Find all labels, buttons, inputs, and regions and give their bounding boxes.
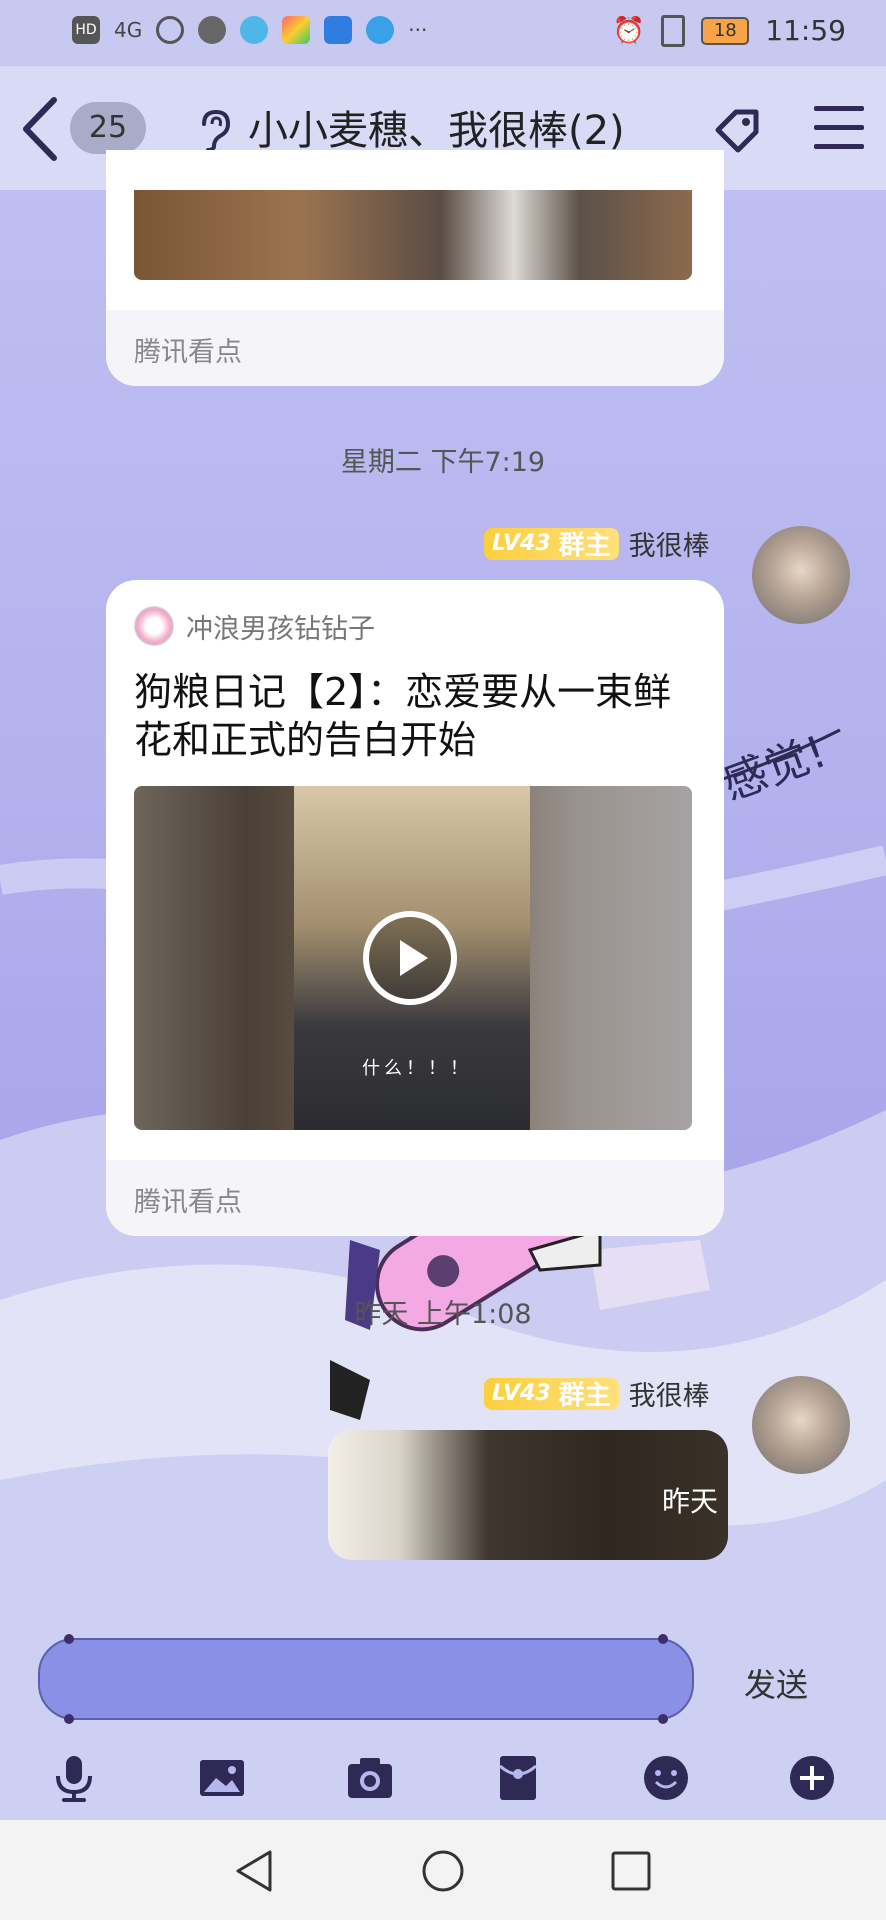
card-author: 冲浪男孩钻钻子 bbox=[186, 613, 375, 645]
card-footer: 腾讯看点 bbox=[106, 1160, 724, 1236]
status-bar: HD 4G ··· ⏰ 18 11:59 bbox=[0, 0, 886, 66]
hd-icon: HD bbox=[72, 16, 100, 44]
sender-info: LV43 群主 我很棒 bbox=[484, 1374, 710, 1413]
level-badge: LV43 群主 bbox=[484, 1377, 619, 1411]
plus-icon[interactable] bbox=[786, 1752, 838, 1804]
card-title: 狗粮日记【2】：恋爱要从一束鲜花和正式的告白开始 bbox=[134, 670, 672, 762]
author-avatar-icon bbox=[134, 606, 174, 646]
clock-time: 11:59 bbox=[765, 14, 846, 47]
role-text: 群主 bbox=[558, 1381, 611, 1411]
menu-icon[interactable] bbox=[812, 102, 866, 154]
sender-name: 我很棒 bbox=[628, 531, 710, 562]
microphone-icon[interactable] bbox=[48, 1752, 100, 1804]
card-source: 腾讯看点 bbox=[134, 1187, 242, 1218]
camera-icon[interactable] bbox=[344, 1752, 396, 1804]
svg-text:感觉!: 感觉! bbox=[716, 726, 833, 810]
earpiece-mode-icon[interactable] bbox=[196, 108, 232, 152]
shared-video-card[interactable]: 腾讯看点 bbox=[106, 150, 724, 386]
input-corner-decoration bbox=[658, 1714, 668, 1724]
emoji-icon[interactable] bbox=[640, 1752, 692, 1804]
alarm-icon: ⏰ bbox=[612, 15, 646, 46]
back-arrow-icon[interactable] bbox=[18, 94, 62, 164]
sender-name: 我很棒 bbox=[628, 1381, 710, 1412]
more-notifications-icon: ··· bbox=[408, 18, 428, 42]
sender-info: LV43 群主 我很棒 bbox=[484, 524, 710, 563]
card-footer: 腾讯看点 bbox=[106, 310, 724, 386]
card-author-row: 冲浪男孩钻钻子 bbox=[134, 606, 375, 646]
input-toolbar bbox=[0, 1738, 886, 1822]
avatar[interactable] bbox=[752, 1376, 850, 1474]
status-right-icons: ⏰ 18 11:59 bbox=[613, 14, 846, 47]
system-navigation-bar bbox=[0, 1820, 886, 1920]
level-text: LV43 bbox=[492, 1381, 551, 1406]
qq-icon bbox=[240, 16, 269, 44]
input-corner-decoration bbox=[64, 1634, 74, 1644]
red-packet-icon[interactable] bbox=[492, 1752, 544, 1804]
shared-video-card[interactable]: 冲浪男孩钻钻子 狗粮日记【2】：恋爱要从一束鲜花和正式的告白开始 什么！！！ 腾… bbox=[106, 580, 724, 1236]
video-caption: 什么！！！ bbox=[362, 1058, 472, 1079]
tencent-icon bbox=[324, 16, 353, 44]
video-thumbnail[interactable]: 什么！！！ bbox=[134, 786, 692, 1130]
send-button[interactable]: 发送 bbox=[744, 1660, 808, 1706]
app-notification-icon bbox=[198, 16, 227, 44]
card-source: 腾讯看点 bbox=[134, 337, 242, 368]
recent-square-icon[interactable] bbox=[608, 1848, 654, 1894]
message-timestamp: 昨天 上午1:08 bbox=[354, 1299, 532, 1330]
app-icon bbox=[282, 16, 311, 44]
photo-message[interactable]: 昨天 bbox=[328, 1430, 728, 1560]
message-timestamp: 星期二 下午7:19 bbox=[340, 447, 546, 478]
level-text: LV43 bbox=[492, 531, 551, 556]
play-icon[interactable] bbox=[362, 910, 458, 1006]
wifi-icon bbox=[156, 16, 185, 44]
status-left-icons: HD 4G ··· bbox=[72, 16, 427, 44]
video-thumbnail[interactable] bbox=[134, 190, 692, 280]
avatar[interactable] bbox=[752, 526, 850, 624]
unread-count-badge[interactable]: 25 bbox=[70, 102, 146, 154]
role-text: 群主 bbox=[558, 531, 611, 561]
input-corner-decoration bbox=[64, 1714, 74, 1724]
image-icon[interactable] bbox=[196, 1752, 248, 1804]
network-label: 4G bbox=[114, 18, 143, 42]
home-circle-icon[interactable] bbox=[420, 1848, 466, 1894]
message-input[interactable] bbox=[38, 1634, 694, 1724]
chat-title: 小小麦穗、我很棒(2) bbox=[248, 108, 625, 154]
photo-label: 昨天 bbox=[661, 1485, 718, 1518]
browser-icon bbox=[366, 16, 395, 44]
back-triangle-icon[interactable] bbox=[232, 1848, 278, 1894]
battery-icon: 18 bbox=[701, 16, 750, 45]
vibrate-icon bbox=[661, 14, 686, 47]
level-badge: LV43 群主 bbox=[484, 527, 619, 561]
input-corner-decoration bbox=[658, 1634, 668, 1644]
